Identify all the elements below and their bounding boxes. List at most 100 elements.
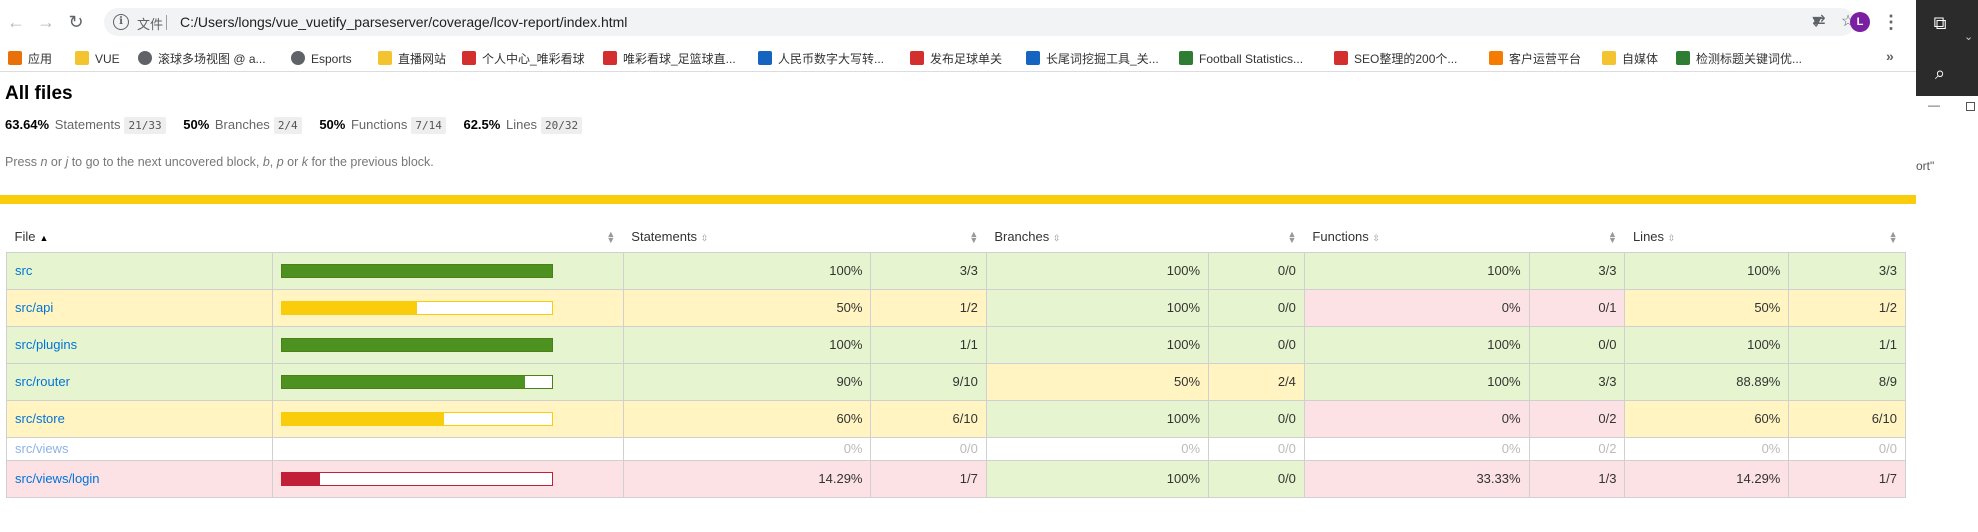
- statements-pct-cell: 50%: [622, 288, 872, 327]
- lines-fraction-cell: 0/0: [1788, 436, 1906, 461]
- column-header-functions-raw[interactable]: ▲ ▼: [1529, 222, 1625, 252]
- bookmark-item[interactable]: 发布足球单关: [910, 50, 1002, 68]
- lines-pct-cell: 50%: [1624, 288, 1790, 327]
- bookmark-item[interactable]: 人民币数字大写转...: [758, 50, 884, 68]
- table-row: src/plugins 100% 1/1 100% 0/0 100% 0/0 100% 1/1: [6, 325, 1906, 364]
- branches-pct-cell: 100%: [985, 288, 1210, 327]
- bookmark-item[interactable]: Esports: [291, 50, 352, 68]
- minimize-icon[interactable]: —: [1928, 98, 1940, 112]
- summary-functions: 50% Functions 7/14: [319, 117, 446, 134]
- lines-fraction-cell: 8/9: [1788, 362, 1906, 401]
- bookmark-item[interactable]: 检测标题关键词优...: [1676, 50, 1802, 68]
- copy-icon[interactable]: ⧉: [1928, 10, 1952, 36]
- file-cell[interactable]: src: [6, 251, 273, 290]
- file-cell[interactable]: src/store: [6, 399, 273, 438]
- bookmark-item[interactable]: 自媒体: [1602, 50, 1658, 68]
- file-scheme-label: 文件: [137, 17, 164, 32]
- bookmark-item[interactable]: Football Statistics...: [1179, 50, 1303, 68]
- coverage-bar-fill: [281, 375, 525, 388]
- branches-pct-cell: 50%: [985, 362, 1210, 401]
- maximize-icon[interactable]: [1966, 102, 1975, 111]
- branches-fraction-cell: 0/0: [1208, 325, 1305, 364]
- coverage-bar-cell: [271, 325, 624, 364]
- file-link[interactable]: src/views/login: [15, 471, 100, 486]
- branches-pct-cell: 100%: [985, 459, 1210, 498]
- bookmarks-more-icon[interactable]: »: [1886, 48, 1894, 64]
- table-row: src/store 60% 6/10 100% 0/0 0% 0/2 60% 6/10: [6, 399, 1906, 438]
- bookmark-label: Football Statistics...: [1199, 52, 1304, 66]
- statements-fraction-cell: 1/7: [870, 459, 987, 498]
- column-header-file[interactable]: File ▲: [7, 222, 273, 252]
- bookmark-item[interactable]: 应用: [8, 50, 52, 68]
- forward-arrow-icon[interactable]: →: [34, 10, 58, 34]
- file-link[interactable]: src/plugins: [15, 337, 77, 352]
- bookmark-label: 滚球多场视图 @ a...: [158, 52, 266, 66]
- column-header-branches-raw[interactable]: ▲ ▼: [1209, 222, 1305, 252]
- bookmark-item[interactable]: 直播网站: [378, 50, 446, 68]
- file-cell[interactable]: src/router: [6, 362, 273, 401]
- bookmark-item[interactable]: 唯彩看球_足篮球直...: [603, 50, 736, 68]
- coverage-bar-fill: [281, 264, 552, 277]
- column-header-lines[interactable]: Lines ⇳: [1625, 222, 1789, 252]
- functions-fraction-cell: 3/3: [1528, 362, 1626, 401]
- bookmark-item[interactable]: 滚球多场视图 @ a...: [138, 50, 266, 68]
- statements-pct-cell: 0%: [622, 436, 872, 461]
- coverage-bar: [280, 300, 553, 315]
- bookmark-item[interactable]: VUE: [75, 50, 120, 68]
- coverage-report-page: All files 63.64% Statements 21/33 50% Bra…: [0, 73, 1916, 532]
- bookmark-item[interactable]: 长尾词挖掘工具_关...: [1026, 50, 1159, 68]
- extension-icon[interactable]: ▼: [1808, 13, 1826, 31]
- bookmark-label: VUE: [95, 52, 120, 66]
- file-cell[interactable]: src/views: [6, 436, 273, 461]
- address-bar[interactable]: i 文件 C:/Users/longs/vue_vuetify_parseser…: [104, 8, 1855, 36]
- more-menu-icon[interactable]: ⋮: [1882, 10, 1900, 34]
- summary-pct: 50%: [183, 117, 210, 132]
- statements-fraction-cell: 1/1: [870, 325, 987, 364]
- file-link[interactable]: src/views: [15, 441, 68, 456]
- file-cell[interactable]: src/plugins: [6, 325, 273, 364]
- url-text[interactable]: C:/Users/longs/vue_vuetify_parseserver/c…: [180, 14, 627, 30]
- file-link[interactable]: src/router: [15, 374, 70, 389]
- statements-fraction-cell: 3/3: [870, 251, 987, 290]
- branches-pct-cell: 100%: [985, 251, 1210, 290]
- functions-pct-cell: 100%: [1303, 362, 1530, 401]
- summary-fraction: 21/33: [124, 117, 166, 134]
- file-cell[interactable]: src/views/login: [6, 459, 273, 498]
- file-cell[interactable]: src/api: [6, 288, 273, 327]
- lines-fraction-cell: 6/10: [1788, 399, 1906, 438]
- back-arrow-icon[interactable]: ←: [4, 10, 28, 34]
- info-icon[interactable]: i: [113, 14, 129, 30]
- site-icon: [603, 51, 617, 65]
- functions-fraction-cell: 0/0: [1528, 325, 1626, 364]
- column-header-statements-raw[interactable]: ▲ ▼: [871, 222, 986, 252]
- reload-icon[interactable]: ↻: [64, 10, 88, 34]
- column-header-branches[interactable]: Branches ⇳: [986, 222, 1208, 252]
- statements-fraction-cell: 6/10: [870, 399, 987, 438]
- file-link[interactable]: src/api: [15, 300, 53, 315]
- search-icon[interactable]: ⌕: [1928, 60, 1952, 86]
- bookmark-item[interactable]: 个人中心_唯彩看球: [462, 50, 585, 68]
- column-header-statements[interactable]: Statements ⇳: [623, 222, 871, 252]
- site-icon: [462, 51, 476, 65]
- globe-icon: [138, 51, 152, 65]
- file-link[interactable]: src: [15, 263, 32, 278]
- lines-fraction-cell: 1/2: [1788, 288, 1906, 327]
- column-header-functions[interactable]: Functions ⇳: [1304, 222, 1529, 252]
- column-header-lines-raw[interactable]: ▲ ▼: [1789, 222, 1906, 252]
- bookmark-item[interactable]: 客户运营平台: [1489, 50, 1581, 68]
- chevron-down-icon[interactable]: ⌄: [1964, 30, 1976, 44]
- bookmark-label: SEO整理的200个...: [1354, 52, 1458, 66]
- bookmark-label: 应用: [28, 52, 53, 66]
- table-row: src/router 90% 9/10 50% 2/4 100% 3/3 88.89% 8/9: [6, 362, 1906, 401]
- file-link[interactable]: src/store: [15, 411, 65, 426]
- bookmark-label: 发布足球单关: [930, 52, 1003, 66]
- profile-avatar[interactable]: L: [1850, 12, 1870, 32]
- functions-pct-cell: 33.33%: [1303, 459, 1530, 498]
- functions-fraction-cell: 0/2: [1528, 399, 1626, 438]
- coverage-bar: [280, 337, 553, 352]
- functions-pct-cell: 100%: [1303, 325, 1530, 364]
- bookmark-item[interactable]: SEO整理的200个...: [1334, 50, 1457, 68]
- bookmark-label: 唯彩看球_足篮球直...: [623, 52, 736, 66]
- summary-pct: 50%: [319, 117, 346, 132]
- column-header-bar[interactable]: ▲ ▼: [272, 222, 623, 252]
